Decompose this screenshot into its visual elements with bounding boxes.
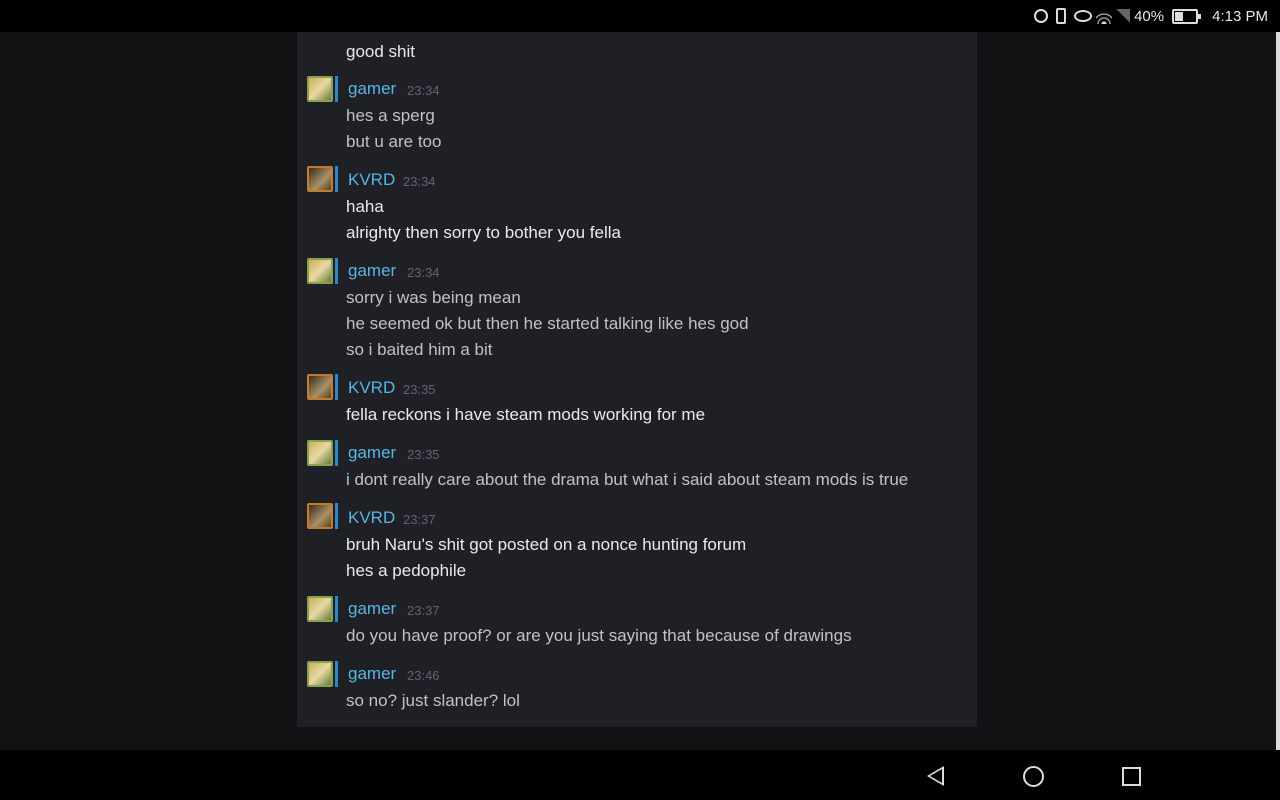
message-line: good shit	[346, 42, 415, 61]
kvrd-avatar[interactable]	[307, 166, 333, 192]
author-name[interactable]: KVRD	[348, 378, 395, 398]
status-indicator	[335, 258, 338, 284]
message-line: hes a pedophile	[346, 561, 467, 580]
message-line: alrighty then sorry to bother you fella	[346, 223, 621, 242]
message-line: bruh Naru's shit got posted on a nonce h…	[346, 535, 747, 554]
navigation-bar	[0, 750, 1280, 800]
status-indicator	[335, 661, 338, 687]
eye-comfort-icon	[1074, 10, 1093, 22]
author-name[interactable]: KVRD	[348, 508, 395, 528]
recents-button[interactable]	[1122, 767, 1141, 786]
author-name[interactable]: gamer	[348, 79, 396, 99]
author-name[interactable]: gamer	[348, 599, 396, 619]
message-line: haha	[346, 197, 384, 216]
chat-panel: good shit gamer 23:34 hes a sperg but u …	[297, 32, 977, 727]
alarm-icon	[1034, 9, 1049, 23]
author-name[interactable]: KVRD	[348, 170, 395, 190]
author-name[interactable]: gamer	[348, 261, 396, 281]
message-line: fella reckons i have steam mods working …	[346, 405, 706, 424]
timestamp: 23:35	[403, 382, 436, 397]
gamer-avatar[interactable]	[307, 661, 333, 687]
kvrd-avatar[interactable]	[307, 374, 333, 400]
message-line: so i baited him a bit	[346, 340, 493, 359]
status-indicator	[335, 596, 338, 622]
battery-icon	[1172, 8, 1202, 24]
back-button[interactable]	[927, 766, 944, 786]
message-line: but u are too	[346, 132, 442, 151]
timestamp: 23:35	[407, 447, 440, 462]
timestamp: 23:34	[407, 83, 440, 98]
kvrd-avatar[interactable]	[307, 503, 333, 529]
gamer-avatar[interactable]	[307, 258, 333, 284]
gamer-avatar[interactable]	[307, 596, 333, 622]
signal-icon	[1116, 9, 1131, 23]
message-line: i dont really care about the drama but w…	[346, 470, 909, 489]
wifi-icon	[1096, 8, 1113, 24]
message-line: sorry i was being mean	[346, 288, 521, 307]
timestamp: 23:37	[407, 603, 440, 618]
battery-percent: 40%	[1134, 7, 1165, 25]
gamer-avatar[interactable]	[307, 440, 333, 466]
status-indicator	[335, 76, 338, 102]
clock: 4:13 PM	[1212, 7, 1268, 25]
edge-panel	[1276, 32, 1280, 750]
timestamp: 23:37	[403, 512, 436, 527]
status-icons: 40% 4:13 PM	[1034, 0, 1268, 32]
status-indicator	[335, 503, 338, 529]
author-name[interactable]: gamer	[348, 664, 396, 684]
author-name[interactable]: gamer	[348, 443, 396, 463]
status-indicator	[335, 166, 338, 192]
status-indicator	[335, 440, 338, 466]
message-line: so no? just slander? lol	[346, 691, 520, 710]
status-bar: 40% 4:13 PM	[0, 0, 1280, 32]
home-button[interactable]	[1023, 766, 1044, 787]
status-indicator	[335, 374, 338, 400]
gamer-avatar[interactable]	[307, 76, 333, 102]
timestamp: 23:46	[407, 668, 440, 683]
vibrate-icon	[1056, 8, 1067, 24]
message-line: do you have proof? or are you just sayin…	[346, 626, 852, 645]
timestamp: 23:34	[407, 265, 440, 280]
message-line: hes a sperg	[346, 106, 435, 125]
message-line: he seemed ok but then he started talking…	[346, 314, 749, 333]
timestamp: 23:34	[403, 174, 436, 189]
